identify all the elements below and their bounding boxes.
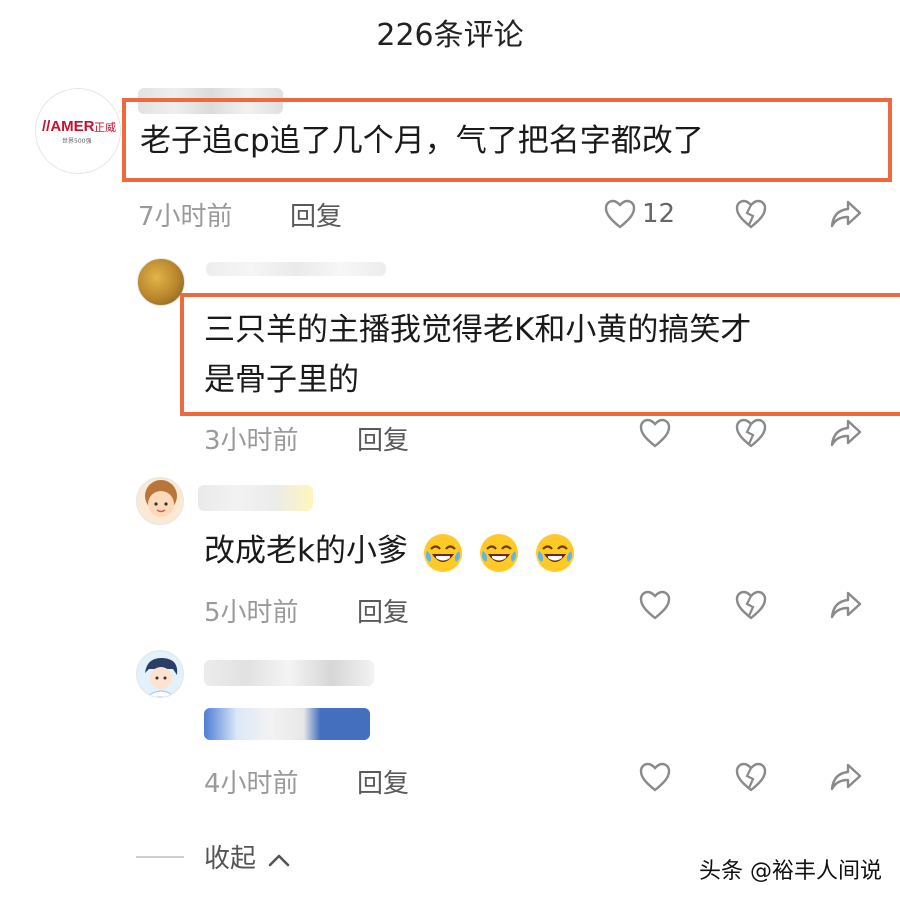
reply-button[interactable]: 回复	[290, 196, 342, 233]
comment-text: 改成老k的小爹	[204, 526, 576, 576]
share-icon[interactable]	[830, 418, 862, 448]
username-blurred	[206, 262, 386, 276]
reply-button[interactable]: 回复	[357, 763, 409, 800]
laughing-crying-emoji-icon	[534, 532, 576, 574]
comments-header: 226条评论	[0, 0, 900, 64]
dislike-icon[interactable]	[735, 590, 767, 620]
like-icon[interactable]	[604, 199, 636, 229]
dislike-icon[interactable]	[735, 418, 767, 448]
laughing-crying-emoji-icon	[478, 532, 520, 574]
comment-text-line-1: 三只羊的主播我觉得老K和小黄的搞笑才	[204, 312, 752, 348]
username-blurred	[198, 485, 313, 511]
like-icon[interactable]	[639, 418, 671, 448]
avatar[interactable]	[137, 258, 185, 306]
like-icon[interactable]	[639, 590, 671, 620]
avatar[interactable]: //AMER 正威 世界500强	[35, 88, 121, 174]
reply-button[interactable]: 回复	[357, 420, 409, 457]
chevron-up-icon	[268, 845, 290, 875]
username-blurred	[204, 660, 374, 686]
comment-time: 4小时前	[204, 769, 299, 799]
comment-text: 老子追cp追了几个月，气了把名字都改了	[140, 123, 704, 159]
reply-button[interactable]: 回复	[357, 592, 409, 629]
like-icon[interactable]	[639, 762, 671, 792]
avatar[interactable]	[136, 477, 184, 525]
svg-text:世界500强: 世界500强	[62, 137, 91, 145]
laughing-crying-emoji-icon	[422, 532, 464, 574]
comment-text-content: 改成老k的小爹	[204, 533, 408, 569]
comment-time: 7小时前	[138, 202, 233, 232]
comment-text-line-2: 是骨子里的	[204, 362, 359, 398]
collapse-divider	[136, 856, 184, 858]
avatar[interactable]	[136, 650, 184, 698]
comment-text-blurred	[204, 708, 370, 740]
watermark: 头条 @裕丰人间说	[699, 859, 882, 884]
brand-logo: //AMER 正威 世界500强	[42, 118, 116, 145]
like-count: 12	[642, 199, 676, 229]
share-icon[interactable]	[830, 590, 862, 620]
share-icon[interactable]	[830, 199, 862, 229]
comment-time: 3小时前	[204, 426, 299, 456]
comment-count-title: 226条评论	[376, 18, 524, 53]
comment-time: 5小时前	[204, 598, 299, 628]
dislike-icon[interactable]	[735, 762, 767, 792]
share-icon[interactable]	[830, 762, 862, 792]
dislike-icon[interactable]	[735, 199, 767, 229]
collapse-label: 收起	[204, 844, 257, 874]
svg-text://AMER: //AMER	[42, 118, 95, 135]
svg-text:正威: 正威	[94, 121, 116, 134]
collapse-button[interactable]: 收起	[204, 838, 290, 875]
